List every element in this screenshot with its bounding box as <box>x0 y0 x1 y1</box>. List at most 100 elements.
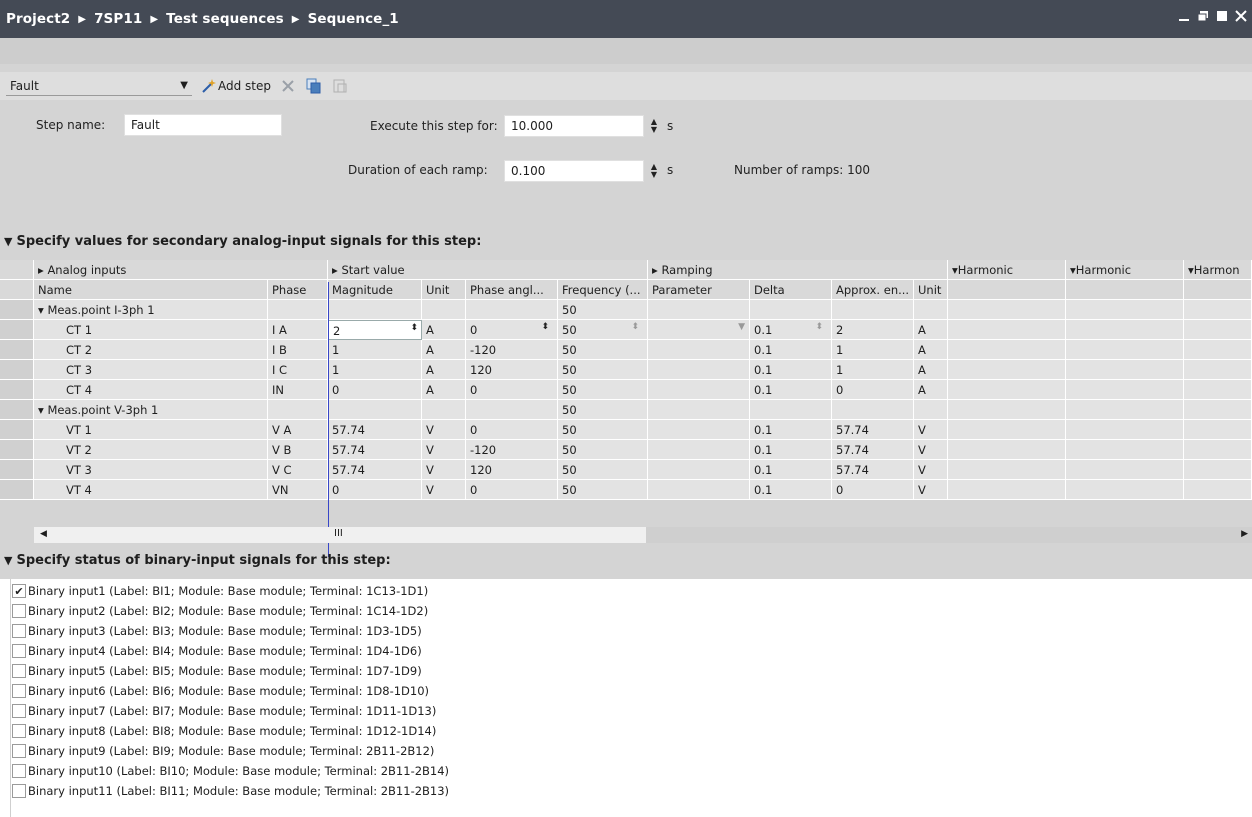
cell-phase[interactable]: V C <box>268 460 328 480</box>
cell-name[interactable]: VT 3 <box>34 460 268 480</box>
cell-phase-angle[interactable]: -120 <box>466 340 558 360</box>
cell-unit[interactable]: V <box>422 480 466 500</box>
breadcrumb-sequence[interactable]: Sequence_1 <box>308 11 399 27</box>
col-approx-end[interactable]: Approx. en... <box>832 280 914 300</box>
binary-input-item[interactable]: Binary input4 (Label: BI4; Module: Base … <box>12 641 449 661</box>
binary-input-checkbox[interactable] <box>12 744 26 758</box>
group-start-value[interactable]: ▸ Start value <box>328 260 648 280</box>
cell-frequency[interactable]: 50 ⬍ <box>558 320 648 340</box>
cell-approx-end[interactable]: 2 <box>832 320 914 340</box>
row-header[interactable] <box>0 400 34 420</box>
cell-name[interactable]: CT 3 <box>34 360 268 380</box>
cell-parameter[interactable] <box>648 420 750 440</box>
cell-unit[interactable] <box>422 400 466 420</box>
cell-harmonic-1[interactable] <box>948 480 1066 500</box>
row-header[interactable] <box>0 380 34 400</box>
binary-section-header[interactable]: ▼ Specify status of binary-input signals… <box>4 553 391 568</box>
cell-name[interactable]: CT 4 <box>34 380 268 400</box>
col-phase[interactable]: Phase <box>268 280 328 300</box>
cell-approx-end[interactable]: 0 <box>832 480 914 500</box>
cell-approx-end[interactable]: 57.74 <box>832 420 914 440</box>
binary-input-item[interactable]: Binary input6 (Label: BI6; Module: Base … <box>12 681 449 701</box>
cell-harmonic-3[interactable] <box>1184 360 1252 380</box>
cell-frequency[interactable]: 50 <box>558 340 648 360</box>
cell-unit-2[interactable]: A <box>914 340 948 360</box>
cell-name[interactable]: CT 2 <box>34 340 268 360</box>
cell-frequency[interactable]: 50 <box>558 480 648 500</box>
binary-input-checkbox[interactable] <box>12 704 26 718</box>
cell-frequency[interactable]: 50 <box>558 440 648 460</box>
group-analog-inputs[interactable]: ▸ Analog inputs <box>34 260 328 280</box>
cell-harmonic-3[interactable] <box>1184 420 1252 440</box>
cell-name[interactable]: VT 2 <box>34 440 268 460</box>
cell-parameter[interactable] <box>648 380 750 400</box>
table-row[interactable]: CT 4 IN 0 A 0 50 0.1 0 A <box>0 380 1252 400</box>
cell-harmonic-3[interactable] <box>1184 480 1252 500</box>
cell-frequency[interactable]: 50 <box>558 460 648 480</box>
cell-phase[interactable]: V A <box>268 420 328 440</box>
cell-phase-angle[interactable] <box>466 300 558 320</box>
cell-delta[interactable]: 0.1 <box>750 420 832 440</box>
cell-parameter[interactable] <box>648 480 750 500</box>
col-delta[interactable]: Delta <box>750 280 832 300</box>
col-parameter[interactable]: Parameter <box>648 280 750 300</box>
cell-harmonic-1[interactable] <box>948 360 1066 380</box>
cell-magnitude[interactable] <box>328 400 422 420</box>
cell-harmonic-3[interactable] <box>1184 440 1252 460</box>
spinner-icon[interactable]: ⬍ <box>815 322 823 332</box>
table-row[interactable]: VT 4 VN 0 V 0 50 0.1 0 V <box>0 480 1252 500</box>
group-harmonic-3[interactable]: ▾Harmon <box>1184 260 1252 280</box>
cell-parameter[interactable] <box>648 360 750 380</box>
cell-phase[interactable]: V B <box>268 440 328 460</box>
col-frequency[interactable]: Frequency (... <box>558 280 648 300</box>
breadcrumb-project[interactable]: Project2 <box>6 11 70 27</box>
ramp-duration-spinner[interactable]: ▲ ▼ <box>648 160 660 182</box>
analog-section-header[interactable]: ▼ Specify values for secondary analog-in… <box>4 234 481 249</box>
cell-name[interactable]: VT 1 <box>34 420 268 440</box>
spin-down-icon[interactable]: ▼ <box>651 126 657 134</box>
spinner-icon[interactable]: ⬍ <box>541 322 549 332</box>
cell-phase-angle[interactable] <box>466 400 558 420</box>
binary-input-checkbox[interactable] <box>12 764 26 778</box>
spinner-icon[interactable]: ⬍ <box>410 323 418 333</box>
binary-input-checkbox[interactable] <box>12 684 26 698</box>
table-group-row[interactable]: ▾ Meas.point V-3ph 1 50 <box>0 400 1252 420</box>
cell-harmonic-3[interactable] <box>1184 320 1252 340</box>
cell-name[interactable]: VT 4 <box>34 480 268 500</box>
cell-frequency[interactable]: 50 <box>558 420 648 440</box>
cell-approx-end[interactable]: 57.74 <box>832 440 914 460</box>
cell-unit-2[interactable]: A <box>914 360 948 380</box>
cell-phase[interactable]: I B <box>268 340 328 360</box>
cell-phase[interactable] <box>268 400 328 420</box>
cell-parameter[interactable] <box>648 460 750 480</box>
cell-delta[interactable]: 0.1 <box>750 380 832 400</box>
scroll-right-icon[interactable]: ▶ <box>1241 529 1248 539</box>
cell-unit-2[interactable]: A <box>914 320 948 340</box>
execute-step-input[interactable]: 10.000 <box>504 115 644 137</box>
cell-delta[interactable]: 0.1 <box>750 360 832 380</box>
cell-frequency[interactable]: 50 <box>558 360 648 380</box>
breadcrumb-device[interactable]: 7SP11 <box>94 11 142 27</box>
binary-input-checkbox[interactable] <box>12 664 26 678</box>
cell-parameter[interactable] <box>648 400 750 420</box>
row-header[interactable] <box>0 420 34 440</box>
binary-input-checkbox[interactable]: ✔ <box>12 584 26 598</box>
cell-approx-end[interactable]: 1 <box>832 360 914 380</box>
binary-input-checkbox[interactable] <box>12 784 26 798</box>
cell-unit[interactable]: V <box>422 440 466 460</box>
cell-approx-end[interactable]: 1 <box>832 340 914 360</box>
table-row[interactable]: CT 1I A 2 ⬍ A 0 ⬍ 50 ⬍ ▼ 0.1 ⬍ 2 A <box>0 320 1252 340</box>
cell-delta[interactable]: 0.1 <box>750 480 832 500</box>
cell-magnitude[interactable]: 1 <box>328 340 422 360</box>
cell-harmonic-3[interactable] <box>1184 380 1252 400</box>
copy-step-button[interactable] <box>305 77 323 95</box>
cell-harmonic-2[interactable] <box>1066 380 1184 400</box>
cell-harmonic-2[interactable] <box>1066 420 1184 440</box>
col-unit-2[interactable]: Unit <box>914 280 948 300</box>
table-row[interactable]: VT 3 V C 57.74 V 120 50 0.1 57.74 V <box>0 460 1252 480</box>
cell-harmonic-1[interactable] <box>948 340 1066 360</box>
col-name[interactable]: Name <box>34 280 268 300</box>
row-header[interactable] <box>0 360 34 380</box>
cell-unit[interactable]: A <box>422 320 466 340</box>
group-harmonic-2[interactable]: ▾Harmonic <box>1066 260 1184 280</box>
